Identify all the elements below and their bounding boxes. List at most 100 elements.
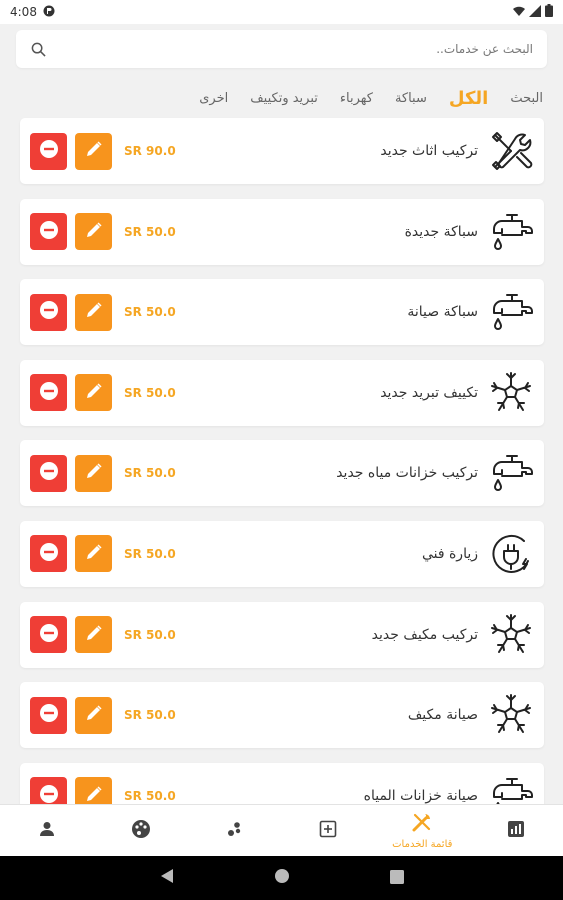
edit-button[interactable] bbox=[75, 374, 112, 412]
edit-button[interactable] bbox=[75, 535, 112, 573]
services-list-icon bbox=[411, 811, 433, 837]
edit-button[interactable] bbox=[75, 213, 112, 251]
wifi-icon bbox=[513, 5, 525, 20]
service-name: تركيب اثاث جديد bbox=[380, 143, 478, 159]
nav-add[interactable] bbox=[282, 805, 376, 856]
service-card[interactable]: تركيب اثاث جديد SR 90.0 bbox=[20, 118, 544, 184]
pencil-icon bbox=[85, 704, 103, 726]
pencil-icon bbox=[85, 382, 103, 404]
bubbles-icon bbox=[226, 820, 244, 842]
recents-icon[interactable] bbox=[389, 869, 404, 888]
add-box-icon bbox=[319, 820, 337, 842]
remove-icon bbox=[39, 381, 59, 405]
remove-icon bbox=[39, 220, 59, 244]
stats-icon bbox=[507, 820, 525, 842]
delete-button[interactable] bbox=[30, 213, 67, 251]
pencil-icon bbox=[85, 624, 103, 646]
pencil-icon bbox=[85, 543, 103, 565]
snowflake-icon bbox=[488, 612, 534, 658]
snowflake-icon bbox=[488, 370, 534, 416]
tab-all[interactable]: الكل bbox=[449, 88, 488, 109]
service-price: SR 90.0 bbox=[124, 144, 176, 158]
system-nav-bar bbox=[0, 856, 563, 900]
status-time: 4:08 bbox=[10, 5, 37, 19]
service-price: SR 50.0 bbox=[124, 708, 176, 723]
home-icon[interactable] bbox=[274, 868, 290, 888]
faucet-icon bbox=[488, 450, 534, 496]
service-name: تركيب خزانات مياه جديد bbox=[336, 465, 478, 482]
nav-palette[interactable] bbox=[94, 805, 188, 856]
service-card[interactable]: صيانة مكيف SR 50.0 bbox=[20, 682, 544, 749]
service-card[interactable]: تركيب مكيف جديد SR 50.0 bbox=[20, 601, 544, 668]
nav-profile[interactable] bbox=[0, 805, 94, 856]
snowflake-icon bbox=[488, 692, 534, 738]
service-price: SR 50.0 bbox=[124, 788, 176, 803]
plug-icon bbox=[488, 531, 534, 577]
faucet-icon bbox=[488, 289, 534, 335]
remove-icon bbox=[39, 300, 59, 324]
service-card[interactable]: زيارة فني SR 50.0 bbox=[20, 520, 544, 587]
edit-button[interactable] bbox=[75, 696, 112, 734]
service-card[interactable]: تكييف تبريد جديد SR 50.0 bbox=[20, 359, 544, 426]
tab-plumbing[interactable]: سباكة bbox=[395, 91, 427, 106]
battery-icon bbox=[545, 4, 553, 20]
nav-services-list[interactable]: قائمة الخدمات bbox=[375, 805, 469, 856]
delete-button[interactable] bbox=[30, 535, 67, 573]
service-price: SR 50.0 bbox=[124, 466, 176, 481]
remove-icon bbox=[39, 461, 59, 485]
pencil-icon bbox=[85, 462, 103, 484]
search-icon[interactable] bbox=[30, 41, 46, 57]
service-price: SR 50.0 bbox=[124, 385, 176, 400]
service-price: SR 50.0 bbox=[124, 305, 176, 320]
back-icon[interactable] bbox=[160, 868, 174, 888]
search-input[interactable] bbox=[46, 42, 533, 56]
tab-ac[interactable]: تبريد وتكييف bbox=[250, 91, 318, 106]
service-card[interactable]: سباكة صيانة SR 50.0 bbox=[20, 279, 544, 346]
edit-button[interactable] bbox=[75, 454, 112, 492]
service-price: SR 50.0 bbox=[124, 546, 176, 561]
delete-button[interactable] bbox=[30, 132, 67, 170]
nav-services-label: قائمة الخدمات bbox=[392, 839, 453, 850]
service-name: سباكة جديدة bbox=[404, 223, 478, 240]
pencil-icon bbox=[85, 221, 103, 243]
service-card[interactable]: سباكة جديدة SR 50.0 bbox=[20, 198, 544, 265]
delete-button[interactable] bbox=[30, 696, 67, 734]
search-bar[interactable] bbox=[16, 30, 547, 68]
app-notification-icon bbox=[43, 5, 55, 20]
nav-bubbles[interactable] bbox=[188, 805, 282, 856]
tab-other[interactable]: اخرى bbox=[199, 91, 228, 106]
status-bar: 4:08 bbox=[0, 0, 563, 24]
delete-button[interactable] bbox=[30, 374, 67, 412]
remove-icon bbox=[39, 139, 59, 163]
pencil-icon bbox=[85, 140, 103, 162]
service-name: صيانة خزانات المياه bbox=[363, 787, 478, 804]
category-tabs: البحث الكل سباكة كهرباء تبريد وتكييف اخر… bbox=[199, 80, 543, 116]
edit-button[interactable] bbox=[75, 293, 112, 331]
service-name: زيارة فني bbox=[421, 545, 478, 562]
service-name: صيانة مكيف bbox=[407, 707, 478, 724]
palette-icon bbox=[131, 819, 151, 843]
tools-icon bbox=[488, 128, 534, 174]
faucet-icon bbox=[488, 209, 534, 255]
tab-electricity[interactable]: كهرباء bbox=[340, 91, 373, 106]
service-name: سباكة صيانة bbox=[407, 304, 478, 321]
pencil-icon bbox=[85, 301, 103, 323]
service-name: تركيب مكيف جديد bbox=[371, 626, 478, 643]
edit-button[interactable] bbox=[75, 132, 112, 170]
delete-button[interactable] bbox=[30, 293, 67, 331]
signal-icon bbox=[529, 4, 541, 20]
edit-button[interactable] bbox=[75, 616, 112, 654]
remove-icon bbox=[39, 703, 59, 727]
bottom-nav: قائمة الخدمات bbox=[0, 804, 563, 856]
service-card[interactable]: تركيب خزانات مياه جديد SR 50.0 bbox=[20, 440, 544, 507]
delete-button[interactable] bbox=[30, 454, 67, 492]
service-price: SR 50.0 bbox=[124, 627, 176, 642]
services-list: تركيب اثاث جديد SR 90.0 سباكة جديدة SR 50.0… bbox=[20, 118, 544, 843]
delete-button[interactable] bbox=[30, 616, 67, 654]
remove-icon bbox=[39, 623, 59, 647]
tab-search[interactable]: البحث bbox=[510, 91, 543, 106]
nav-stats[interactable] bbox=[469, 805, 563, 856]
service-name: تكييف تبريد جديد bbox=[380, 384, 478, 401]
service-price: SR 50.0 bbox=[124, 224, 176, 239]
remove-icon bbox=[39, 542, 59, 566]
